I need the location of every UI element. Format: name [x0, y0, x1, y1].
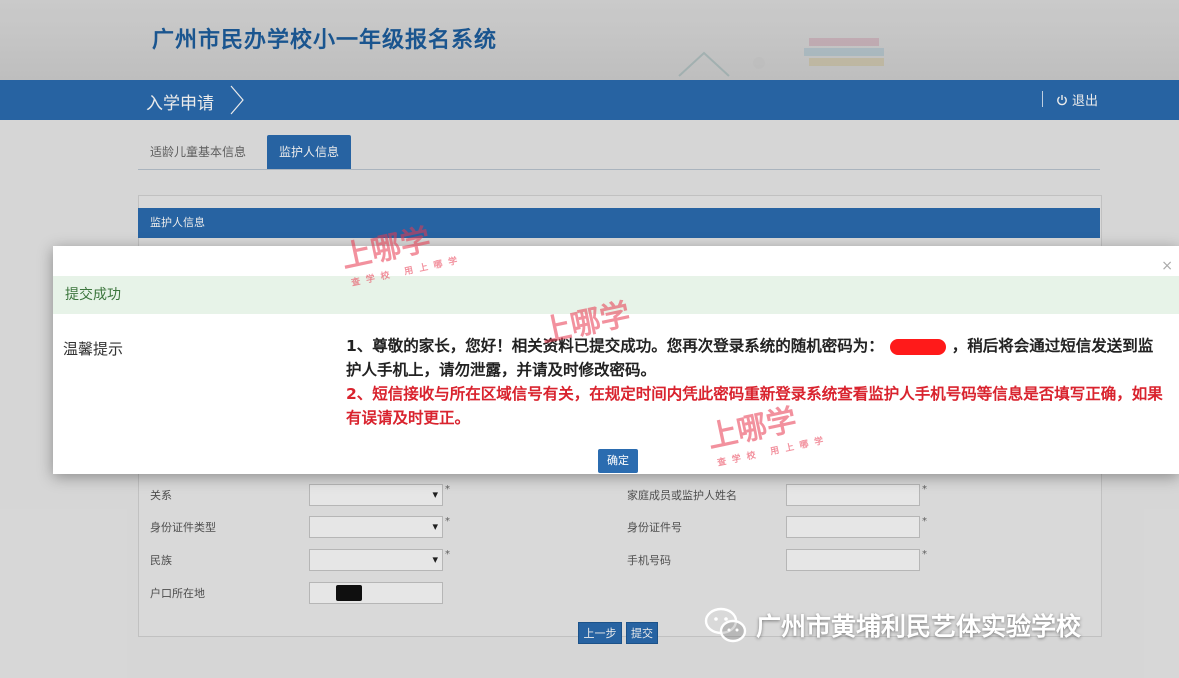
password-redaction: [889, 338, 946, 355]
tip-label: 温馨提示: [63, 340, 124, 358]
success-status: 提交成功: [65, 287, 121, 303]
message-body: 1、尊敬的家长，您好！相关资料已提交成功。您再次登录系统的随机密码为： ，稍后将会…: [346, 334, 1166, 430]
success-bar: 提交成功: [53, 276, 1179, 314]
message-line-1-a: 1、尊敬的家长，您好！相关资料已提交成功。您再次登录系统的随机密码为：: [346, 337, 884, 355]
wechat-account-name: 广州市黄埔利民艺体实验学校: [756, 612, 1082, 641]
submit-success-dialog: × 提交成功 温馨提示 1、尊敬的家长，您好！相关资料已提交成功。您再次登录系统…: [53, 246, 1179, 474]
close-icon[interactable]: ×: [1161, 258, 1173, 274]
wechat-account-badge: 广州市黄埔利民艺体实验学校: [704, 606, 1081, 644]
message-line-1: 1、尊敬的家长，您好！相关资料已提交成功。您再次登录系统的随机密码为： ，稍后将会…: [346, 334, 1166, 382]
confirm-button[interactable]: 确定: [598, 449, 638, 473]
message-line-2: 2、短信接收与所在区域信号有关，在规定时间内凭此密码重新登录系统查看监护人手机号…: [346, 385, 1163, 427]
wechat-icon: [704, 607, 747, 643]
